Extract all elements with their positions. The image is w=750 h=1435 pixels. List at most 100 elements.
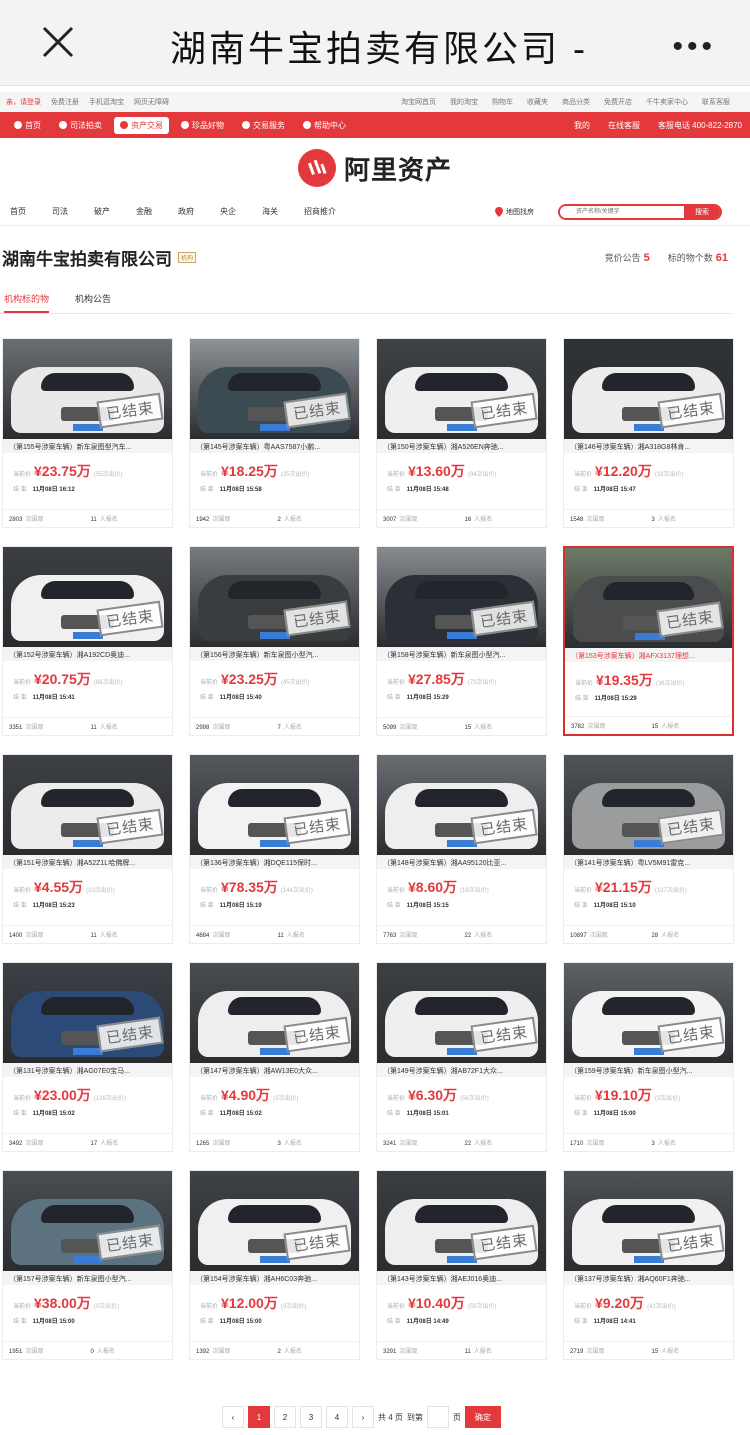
prev-page-button[interactable]: ‹ (222, 1406, 244, 1428)
auction-card[interactable]: 已结束 （第150号涉案车辆）湘A526EN奔驰... 当前价 ¥13.60万 … (376, 338, 547, 528)
vehicle-photo[interactable]: 已结束 (190, 963, 359, 1063)
auction-card[interactable]: 已结束 （第153号涉案车辆）湘AFX3137理想... 当前价 ¥19.35万… (563, 546, 734, 736)
nav-item-treasure[interactable]: 珍品好物 (175, 117, 230, 134)
auction-card[interactable]: 已结束 （第131号涉案车辆）湘AG07E0宝马... 当前价 ¥23.00万 … (2, 962, 173, 1152)
search-button[interactable]: 搜索 (684, 205, 720, 218)
vehicle-photo[interactable]: 已结束 (3, 1171, 172, 1271)
vehicle-photo[interactable]: 已结束 (564, 1171, 733, 1271)
card-title[interactable]: （第148号涉案车辆）湘AA95120比亚... (377, 855, 546, 869)
vehicle-photo[interactable]: 已结束 (3, 963, 172, 1063)
cat-judicial[interactable]: 司法 (52, 206, 68, 217)
goto-page-input[interactable] (426, 1406, 449, 1428)
auction-card[interactable]: 已结束 （第136号涉案车辆）湘DQE115保时... 当前价 ¥78.35万 … (189, 754, 360, 944)
tab-org-items[interactable]: 机构标的物 (4, 288, 50, 313)
vehicle-photo[interactable]: 已结束 (190, 339, 359, 439)
login-link[interactable]: 亲，请登录 (6, 97, 41, 107)
nav-item-service[interactable]: 交易服务 (236, 117, 291, 134)
search-input[interactable] (560, 205, 684, 218)
card-title[interactable]: （第149号涉案车辆）湘AB72F1大众... (377, 1063, 546, 1077)
vehicle-photo[interactable]: 已结束 (377, 547, 546, 647)
auction-card[interactable]: 已结束 （第148号涉案车辆）湘AA95120比亚... 当前价 ¥8.60万 … (376, 754, 547, 944)
card-title[interactable]: （第137号涉案车辆）湘AQ60F1奔驰... (564, 1271, 733, 1285)
auction-card[interactable]: 已结束 （第155号涉案车辆）新车泉图型汽车... 当前价 ¥23.75万 (5… (2, 338, 173, 528)
map-search-link[interactable]: 地图找房 (495, 206, 534, 217)
page-button[interactable]: 4 (326, 1406, 348, 1428)
auction-card[interactable]: 已结束 （第158号涉案车辆）新车泉图小型汽... 当前价 ¥27.85万 (7… (376, 546, 547, 736)
vehicle-photo[interactable]: 已结束 (190, 755, 359, 855)
mobile-link[interactable]: 手机逛淘宝 (89, 97, 124, 107)
nav-item-asset-trade[interactable]: 资产交易 (114, 116, 169, 134)
card-title[interactable]: （第154号涉案车辆）湘AH6C03奔驰... (190, 1271, 359, 1285)
topbar-link[interactable]: 我的淘宝 (450, 97, 478, 107)
goto-confirm-button[interactable]: 确定 (464, 1406, 501, 1428)
page-button[interactable]: 2 (274, 1406, 296, 1428)
close-icon[interactable] (38, 22, 78, 62)
site-logo[interactable]: 阿里资产 (0, 138, 750, 198)
next-page-button[interactable]: › (352, 1406, 374, 1428)
vehicle-photo[interactable]: 已结束 (3, 339, 172, 439)
more-menu-icon[interactable]: ••• (672, 30, 716, 64)
nav-item-help[interactable]: 帮助中心 (297, 117, 352, 134)
accessibility-link[interactable]: 网页无障碍 (134, 97, 169, 107)
vehicle-photo[interactable]: 已结束 (565, 548, 732, 648)
card-title[interactable]: （第141号涉案车辆）粤LV5M91雷克... (564, 855, 733, 869)
topbar-link[interactable]: 商品分类 (562, 97, 590, 107)
auction-card[interactable]: 已结束 （第159号涉案车辆）新车泉图小型汽... 当前价 ¥19.10万 (3… (563, 962, 734, 1152)
cat-gov[interactable]: 政府 (178, 206, 194, 217)
card-title[interactable]: （第155号涉案车辆）新车泉图型汽车... (3, 439, 172, 453)
online-service-link[interactable]: 在线客服 (608, 120, 640, 131)
auction-card[interactable]: 已结束 （第147号涉案车辆）湘AW13E0大众... 当前价 ¥4.90万 (… (189, 962, 360, 1152)
nav-item-judicial[interactable]: 司法拍卖 (53, 117, 108, 134)
register-link[interactable]: 免费注册 (51, 97, 79, 107)
card-title[interactable]: （第147号涉案车辆）湘AW13E0大众... (190, 1063, 359, 1077)
page-button[interactable]: 3 (300, 1406, 322, 1428)
notice-stat[interactable]: 竞价公告 5 (605, 251, 650, 264)
vehicle-photo[interactable]: 已结束 (564, 339, 733, 439)
card-title[interactable]: （第143号涉案车辆）湘AEJ016奥迪... (377, 1271, 546, 1285)
auction-card[interactable]: 已结束 （第141号涉案车辆）粤LV5M91雷克... 当前价 ¥21.15万 … (563, 754, 734, 944)
vehicle-photo[interactable]: 已结束 (377, 755, 546, 855)
vehicle-photo[interactable]: 已结束 (377, 963, 546, 1063)
topbar-link[interactable]: 免费开店 (604, 97, 632, 107)
cat-investment[interactable]: 招商推介 (304, 206, 336, 217)
topbar-link[interactable]: 千牛卖家中心 (646, 97, 688, 107)
cat-home[interactable]: 首页 (10, 206, 26, 217)
cat-customs[interactable]: 海关 (262, 206, 278, 217)
vehicle-photo[interactable]: 已结束 (190, 1171, 359, 1271)
auction-card[interactable]: 已结束 （第145号涉案车辆）粤AAS7587小鹏... 当前价 ¥18.25万… (189, 338, 360, 528)
vehicle-photo[interactable]: 已结束 (377, 339, 546, 439)
card-title[interactable]: （第145号涉案车辆）粤AAS7587小鹏... (190, 439, 359, 453)
auction-card[interactable]: 已结束 （第154号涉案车辆）湘AH6C03奔驰... 当前价 ¥12.00万 … (189, 1170, 360, 1360)
nav-item-home[interactable]: 首页 (8, 117, 47, 134)
card-title[interactable]: （第152号涉案车辆）湘A192CD奥迪... (3, 647, 172, 661)
vehicle-photo[interactable]: 已结束 (3, 547, 172, 647)
card-title[interactable]: （第151号涉案车辆）湘A52Z1L哈佛牌... (3, 855, 172, 869)
cat-finance[interactable]: 金融 (136, 206, 152, 217)
auction-card[interactable]: 已结束 （第156号涉案车辆）新车泉图小型汽... 当前价 ¥23.25万 (4… (189, 546, 360, 736)
topbar-link[interactable]: 联系客服 (702, 97, 730, 107)
card-title[interactable]: （第153号涉案车辆）湘AFX3137理想... (565, 648, 732, 662)
auction-card[interactable]: 已结束 （第152号涉案车辆）湘A192CD奥迪... 当前价 ¥20.75万 … (2, 546, 173, 736)
topbar-link[interactable]: 淘宝网首页 (401, 97, 436, 107)
card-title[interactable]: （第157号涉案车辆）新车泉图小型汽... (3, 1271, 172, 1285)
auction-card[interactable]: 已结束 （第146号涉案车辆）湘A318G8林肯... 当前价 ¥12.20万 … (563, 338, 734, 528)
vehicle-photo[interactable]: 已结束 (564, 755, 733, 855)
vehicle-photo[interactable]: 已结束 (377, 1171, 546, 1271)
vehicle-photo[interactable]: 已结束 (3, 755, 172, 855)
vehicle-photo[interactable]: 已结束 (564, 963, 733, 1063)
auction-card[interactable]: 已结束 （第151号涉案车辆）湘A52Z1L哈佛牌... 当前价 ¥4.55万 … (2, 754, 173, 944)
card-title[interactable]: （第159号涉案车辆）新车泉图小型汽... (564, 1063, 733, 1077)
cat-bankrupt[interactable]: 破产 (94, 206, 110, 217)
auction-card[interactable]: 已结束 （第157号涉案车辆）新车泉图小型汽... 当前价 ¥38.00万 (0… (2, 1170, 173, 1360)
topbar-link[interactable]: 购物车 (492, 97, 513, 107)
card-title[interactable]: （第156号涉案车辆）新车泉图小型汽... (190, 647, 359, 661)
auction-card[interactable]: 已结束 （第149号涉案车辆）湘AB72F1大众... 当前价 ¥6.30万 (… (376, 962, 547, 1152)
card-title[interactable]: （第158号涉案车辆）新车泉图小型汽... (377, 647, 546, 661)
card-title[interactable]: （第150号涉案车辆）湘A526EN奔驰... (377, 439, 546, 453)
page-button[interactable]: 1 (248, 1406, 270, 1428)
card-title[interactable]: （第131号涉案车辆）湘AG07E0宝马... (3, 1063, 172, 1077)
my-link[interactable]: 我的 (574, 120, 590, 131)
vehicle-photo[interactable]: 已结束 (190, 547, 359, 647)
cat-soe[interactable]: 央企 (220, 206, 236, 217)
tab-org-notices[interactable]: 机构公告 (75, 288, 111, 313)
